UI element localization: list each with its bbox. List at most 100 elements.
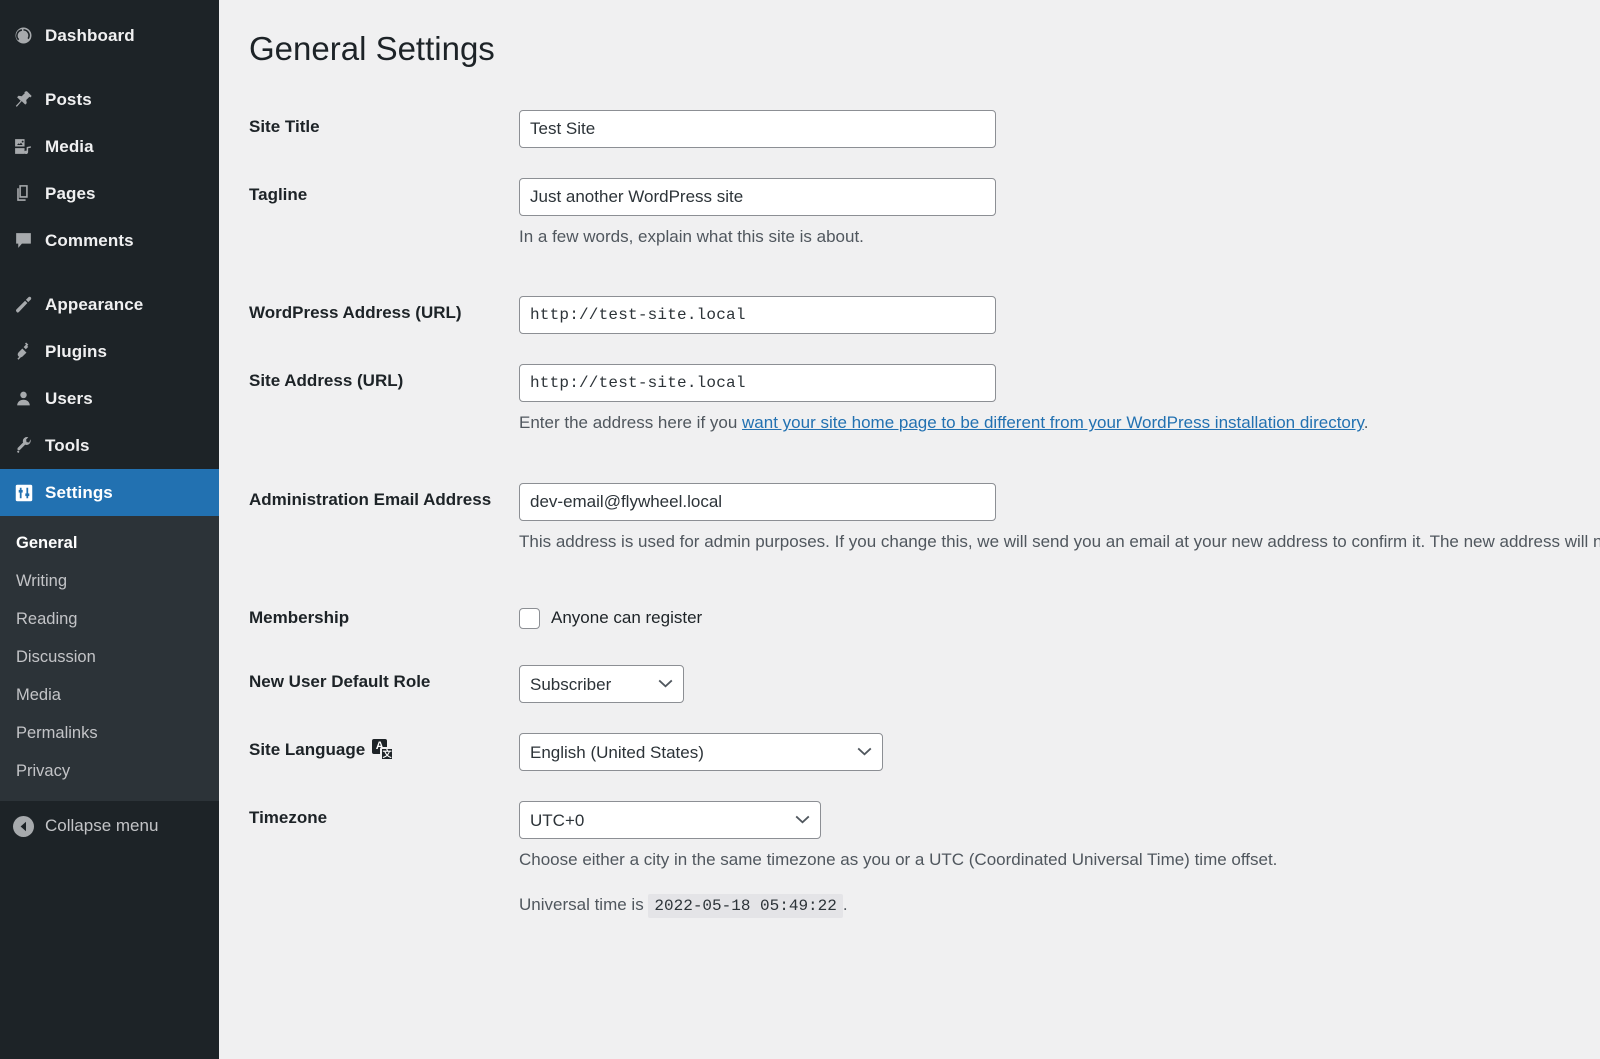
site-title-input[interactable]	[519, 110, 996, 148]
anyone-can-register-label: Anyone can register	[551, 605, 702, 631]
submenu-item-media[interactable]: Media	[0, 676, 219, 714]
tagline-label: Tagline	[249, 163, 519, 282]
sidebar-item-users[interactable]: Users	[0, 375, 219, 422]
field-row-tagline: Tagline In a few words, explain what thi…	[249, 163, 1600, 282]
sidebar-item-label: Posts	[45, 90, 92, 110]
site-address-cell: Enter the address here if you want your …	[519, 349, 1600, 468]
universal-time-prefix: Universal time is	[519, 895, 648, 914]
site-address-input[interactable]	[519, 364, 996, 402]
sidebar-item-comments[interactable]: Comments	[0, 217, 219, 264]
translation-icon-glyph: 文	[380, 747, 394, 761]
field-row-site-address: Site Address (URL) Enter the address her…	[249, 349, 1600, 468]
submenu-item-writing[interactable]: Writing	[0, 562, 219, 600]
settings-submenu: General Writing Reading Discussion Media…	[0, 516, 219, 801]
wordpress-address-cell	[519, 281, 1600, 349]
translation-icon: A 文	[372, 739, 394, 761]
site-home-page-link[interactable]: want your site home page to be different…	[742, 413, 1364, 432]
site-title-label: Site Title	[249, 95, 519, 163]
paintbrush-icon	[13, 294, 45, 315]
sidebar-item-label: Users	[45, 389, 93, 409]
sidebar-item-label: Media	[45, 137, 94, 157]
field-row-wordpress-address: WordPress Address (URL)	[249, 281, 1600, 349]
sidebar-menu: Dashboard Posts Media Pages	[0, 0, 219, 851]
sidebar-item-appearance[interactable]: Appearance	[0, 281, 219, 328]
wordpress-address-label: WordPress Address (URL)	[249, 281, 519, 349]
sidebar-item-label: Plugins	[45, 342, 107, 362]
sidebar-item-pages[interactable]: Pages	[0, 170, 219, 217]
dashboard-icon	[13, 25, 45, 46]
user-icon	[13, 388, 45, 409]
settings-content: General Settings Site Title Tagline In a…	[219, 0, 1600, 1059]
tagline-input[interactable]	[519, 178, 996, 216]
sidebar-item-label: Dashboard	[45, 26, 135, 46]
site-address-description-text: Enter the address here if you	[519, 413, 742, 432]
sidebar-item-label: Tools	[45, 436, 90, 456]
wordpress-address-input[interactable]	[519, 296, 996, 334]
sidebar-item-label: Pages	[45, 184, 96, 204]
sidebar-divider	[0, 264, 219, 281]
admin-email-input[interactable]	[519, 483, 996, 521]
site-language-label: Site Language	[249, 738, 365, 762]
sidebar-item-settings[interactable]: Settings	[0, 469, 219, 516]
field-row-site-title: Site Title	[249, 95, 1600, 163]
site-language-cell: English (United States)	[519, 718, 1600, 786]
wp-admin-screen: Dashboard Posts Media Pages	[0, 0, 1600, 1059]
submenu-item-reading[interactable]: Reading	[0, 600, 219, 638]
admin-email-label: Administration Email Address	[249, 468, 519, 587]
timezone-label: Timezone	[249, 786, 519, 950]
site-address-description-tail: .	[1364, 413, 1369, 432]
site-language-label-cell: Site Language A 文	[249, 718, 519, 786]
new-user-role-label: New User Default Role	[249, 650, 519, 718]
general-settings-form: Site Title Tagline In a few words, expla…	[249, 95, 1600, 950]
admin-sidebar: Dashboard Posts Media Pages	[0, 0, 219, 1059]
site-address-description: Enter the address here if you want your …	[519, 410, 1600, 436]
sidebar-item-label: Settings	[45, 483, 113, 503]
tagline-cell: In a few words, explain what this site i…	[519, 163, 1600, 282]
site-address-label: Site Address (URL)	[249, 349, 519, 468]
timezone-description: Choose either a city in the same timezon…	[519, 847, 1600, 873]
timezone-cell: UTC+0 Choose either a city in the same t…	[519, 786, 1600, 950]
sidebar-divider	[0, 59, 219, 76]
media-icon	[13, 136, 45, 157]
collapse-arrow-icon	[13, 816, 45, 837]
pin-icon	[13, 89, 45, 110]
field-row-timezone: Timezone UTC+0 Choose either a city in t…	[249, 786, 1600, 950]
submenu-item-general[interactable]: General	[0, 524, 219, 562]
wrench-icon	[13, 435, 45, 456]
site-language-select[interactable]: English (United States)	[519, 733, 883, 771]
sidebar-item-tools[interactable]: Tools	[0, 422, 219, 469]
sidebar-item-plugins[interactable]: Plugins	[0, 328, 219, 375]
new-user-role-cell: Subscriber	[519, 650, 1600, 718]
plug-icon	[13, 341, 45, 362]
sidebar-item-dashboard[interactable]: Dashboard	[0, 12, 219, 59]
sidebar-item-media[interactable]: Media	[0, 123, 219, 170]
admin-email-description: This address is used for admin purposes.…	[519, 529, 1600, 555]
submenu-item-permalinks[interactable]: Permalinks	[0, 714, 219, 752]
settings-sliders-icon	[13, 482, 45, 504]
timezone-select[interactable]: UTC+0	[519, 801, 821, 839]
anyone-can-register-checkbox[interactable]	[519, 608, 540, 629]
sidebar-filler	[0, 851, 219, 1059]
collapse-menu-label: Collapse menu	[45, 816, 158, 836]
membership-cell: Anyone can register	[519, 586, 1600, 650]
universal-time-value: 2022-05-18 05:49:22	[648, 894, 842, 918]
submenu-item-privacy[interactable]: Privacy	[0, 752, 219, 790]
field-row-membership: Membership Anyone can register	[249, 586, 1600, 650]
submenu-item-discussion[interactable]: Discussion	[0, 638, 219, 676]
field-row-admin-email: Administration Email Address This addres…	[249, 468, 1600, 587]
field-row-new-user-role: New User Default Role Subscriber	[249, 650, 1600, 718]
new-user-role-select[interactable]: Subscriber	[519, 665, 684, 703]
sidebar-item-posts[interactable]: Posts	[0, 76, 219, 123]
collapse-menu-button[interactable]: Collapse menu	[0, 801, 219, 851]
sidebar-item-label: Appearance	[45, 295, 143, 315]
sidebar-item-label: Comments	[45, 231, 134, 251]
universal-time-line: Universal time is 2022-05-18 05:49:22.	[519, 892, 1600, 918]
site-title-cell	[519, 95, 1600, 163]
pages-icon	[13, 183, 45, 204]
comment-icon	[13, 230, 45, 251]
admin-email-cell: This address is used for admin purposes.…	[519, 468, 1600, 587]
universal-time-suffix: .	[843, 895, 848, 914]
field-row-site-language: Site Language A 文 English (United States…	[249, 718, 1600, 786]
membership-label: Membership	[249, 586, 519, 650]
tagline-description: In a few words, explain what this site i…	[519, 224, 1600, 250]
